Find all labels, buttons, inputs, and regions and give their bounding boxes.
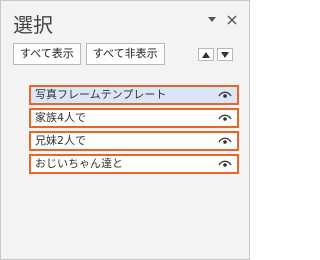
close-icon[interactable] — [225, 13, 239, 27]
object-list: 写真フレームテンプレート 家族4人で 兄妹2人で おじいちゃん達と — [29, 85, 239, 177]
reorder-buttons — [198, 48, 233, 61]
pane-controls — [205, 13, 239, 27]
hide-all-button[interactable]: すべて非表示 — [85, 43, 165, 65]
list-item-label: 写真フレームテンプレート — [35, 88, 167, 101]
list-item-label: 家族4人で — [35, 111, 86, 124]
list-item[interactable]: 写真フレームテンプレート — [29, 85, 239, 105]
eye-icon[interactable] — [217, 136, 233, 146]
list-item[interactable]: 兄妹2人で — [29, 131, 239, 151]
list-item-label: 兄妹2人で — [35, 134, 86, 147]
triangle-down-icon — [221, 51, 229, 58]
eye-icon[interactable] — [217, 159, 233, 169]
show-all-button[interactable]: すべて表示 — [13, 43, 81, 65]
bring-forward-button[interactable] — [198, 48, 214, 61]
visibility-toolbar: すべて表示 すべて非表示 — [13, 43, 165, 65]
pane-options-chevron-down-icon[interactable] — [205, 13, 219, 27]
triangle-up-icon — [202, 51, 210, 58]
send-backward-button[interactable] — [217, 48, 233, 61]
pane-title: 選択 — [13, 13, 53, 37]
eye-icon[interactable] — [217, 113, 233, 123]
list-item-label: おじいちゃん達と — [35, 157, 123, 170]
list-item[interactable]: 家族4人で — [29, 108, 239, 128]
selection-pane: 選択 すべて表示 すべて非表示 写真フレームテンプレート 家族4人で 兄妹2人で… — [0, 0, 250, 260]
eye-icon[interactable] — [217, 90, 233, 100]
list-item[interactable]: おじいちゃん達と — [29, 154, 239, 174]
